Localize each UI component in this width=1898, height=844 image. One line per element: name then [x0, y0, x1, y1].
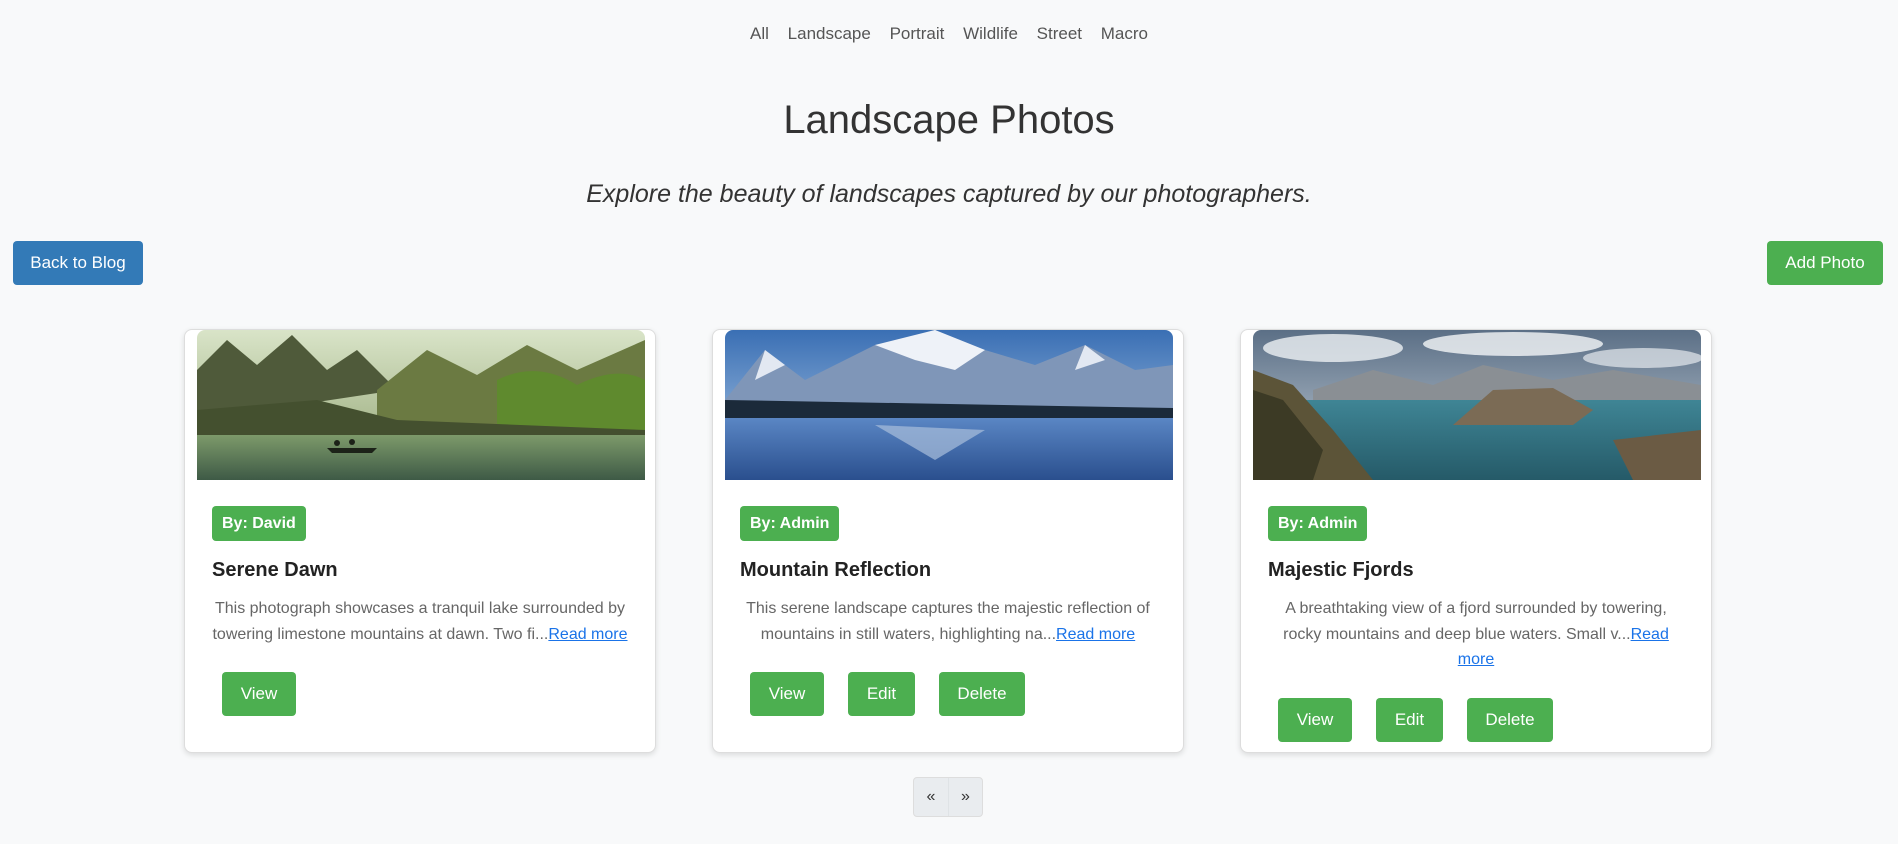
photo-thumbnail[interactable] — [725, 330, 1173, 480]
author-badge: By: David — [212, 506, 306, 541]
nav-item-landscape[interactable]: Landscape — [788, 24, 871, 43]
card-title: Serene Dawn — [212, 559, 338, 581]
page: All Landscape Portrait Wildlife Street M… — [0, 0, 1898, 844]
edit-button[interactable]: Edit — [848, 672, 915, 716]
nav-item-all[interactable]: All — [750, 24, 769, 43]
back-to-blog-button[interactable]: Back to Blog — [13, 241, 143, 285]
page-subtitle: Explore the beauty of landscapes capture… — [586, 180, 1312, 208]
add-photo-button[interactable]: Add Photo — [1767, 241, 1883, 285]
photo-thumbnail[interactable] — [1253, 330, 1701, 480]
photo-card-serene-dawn: By: David Serene Dawn This photograph sh… — [184, 329, 656, 753]
excerpt-text: A breathtaking view of a fjord surrounde… — [1283, 600, 1667, 643]
edit-button[interactable]: Edit — [1376, 697, 1443, 742]
card-excerpt: This serene landscape captures the majes… — [725, 596, 1171, 647]
delete-button[interactable]: Delete — [1467, 697, 1553, 742]
card-actions: View Edit Delete — [1253, 697, 1699, 742]
delete-button[interactable]: Delete — [939, 672, 1025, 716]
view-button[interactable]: View — [750, 672, 824, 716]
nav-item-wildlife[interactable]: Wildlife — [963, 24, 1018, 43]
photo-card-majestic-fjords: By: Admin Majestic Fjords A breathtaking… — [1240, 329, 1712, 753]
card-excerpt: A breathtaking view of a fjord surrounde… — [1253, 596, 1699, 673]
next-page-button[interactable]: » — [948, 778, 982, 816]
photo-thumbnail[interactable] — [197, 330, 645, 480]
view-button[interactable]: View — [222, 672, 296, 716]
card-title: Mountain Reflection — [740, 559, 932, 581]
category-nav: All Landscape Portrait Wildlife Street M… — [0, 24, 1898, 44]
read-more-link[interactable]: Read more — [548, 626, 627, 643]
author-badge: By: Admin — [1268, 506, 1368, 541]
pagination: « » — [913, 777, 983, 817]
card-actions: View Edit Delete — [725, 672, 1171, 716]
read-more-link[interactable]: Read more — [1056, 626, 1135, 643]
nav-item-macro[interactable]: Macro — [1101, 24, 1148, 43]
author-badge: By: Admin — [740, 506, 840, 541]
card-excerpt: This photograph showcases a tranquil lak… — [197, 596, 643, 647]
card-title: Majestic Fjords — [1268, 559, 1414, 581]
nav-item-portrait[interactable]: Portrait — [890, 24, 945, 43]
card-actions: View — [197, 672, 643, 716]
prev-page-button[interactable]: « — [914, 778, 948, 816]
view-button[interactable]: View — [1278, 697, 1352, 742]
nav-item-street[interactable]: Street — [1037, 24, 1082, 43]
page-title: Landscape Photos — [783, 98, 1115, 142]
photo-card-mountain-reflection: By: Admin Mountain Reflection This seren… — [712, 329, 1184, 753]
